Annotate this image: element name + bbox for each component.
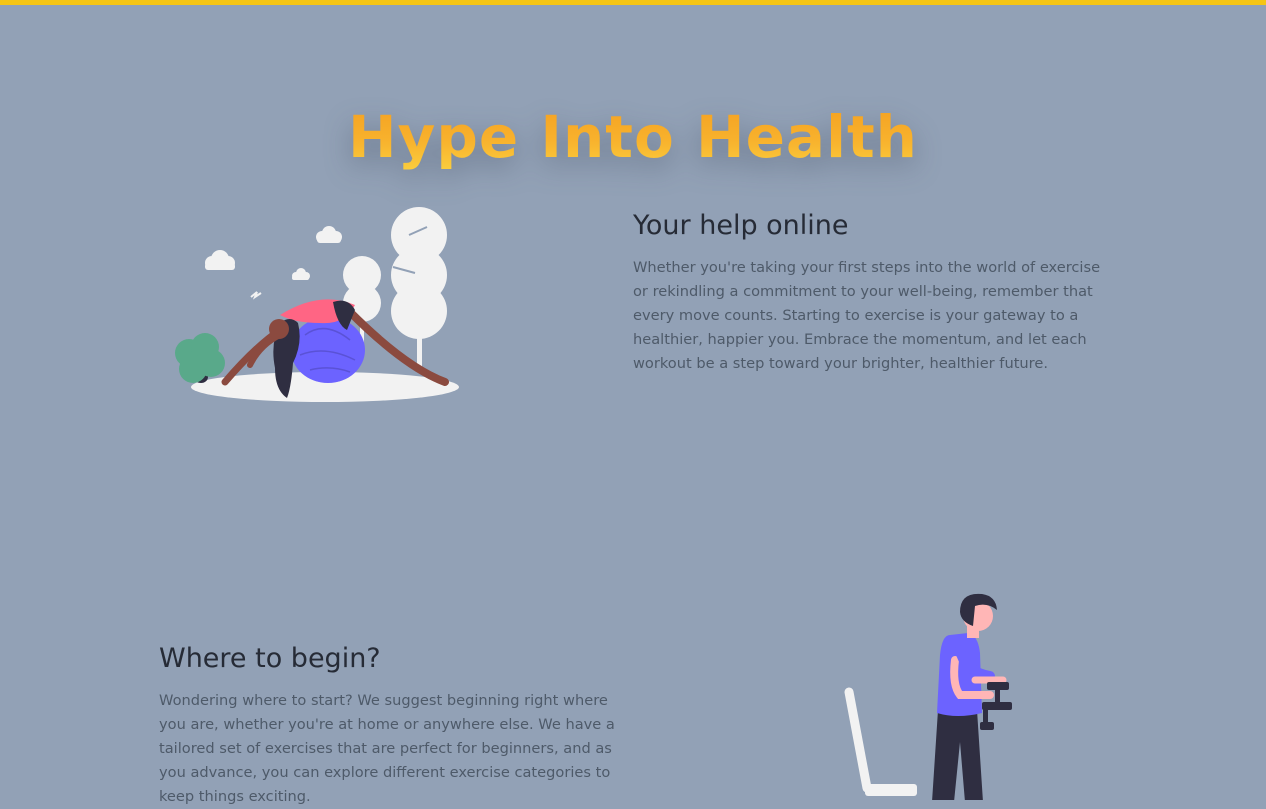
man-dumbbells-illustration [844, 593, 1012, 800]
page-title: Hype Into Health [0, 103, 1266, 173]
section-text-where-to-begin: Wondering where to start? We suggest beg… [159, 692, 615, 805]
section-text-help-online: Whether you're taking your first steps i… [633, 259, 1101, 372]
section-heading-where-to-begin: Where to begin? [159, 643, 381, 674]
woman-yoga-ball-illustration [175, 207, 459, 402]
section-heading-help-online: Your help online [633, 210, 849, 241]
top-accent-bar [0, 0, 1266, 5]
